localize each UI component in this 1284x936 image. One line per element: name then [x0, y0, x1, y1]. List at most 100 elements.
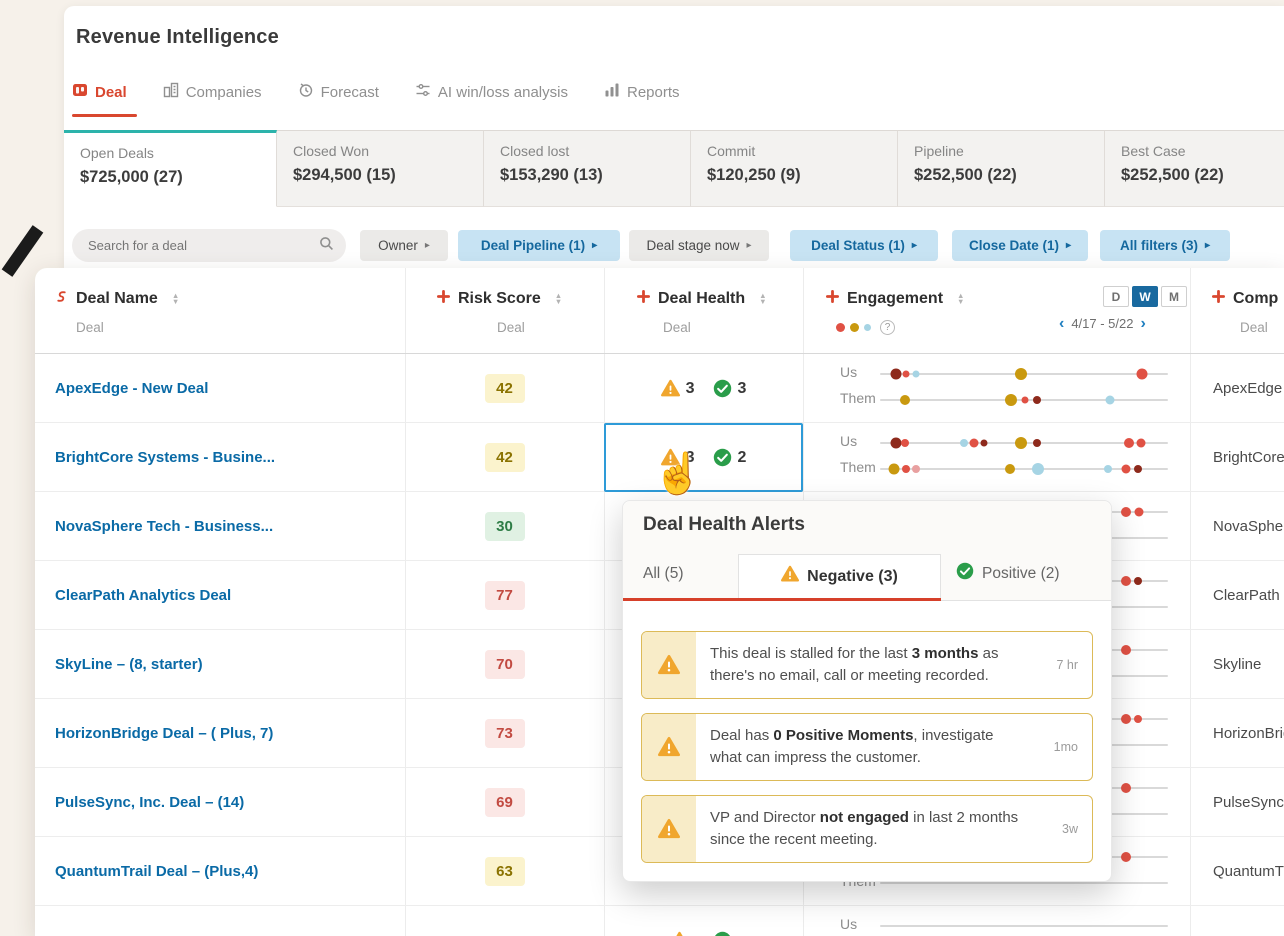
companies-icon [163, 82, 179, 102]
chevron-right-icon: ▸ [424, 240, 430, 251]
card-label: Closed Won [293, 143, 370, 159]
filter-all-filters[interactable]: All filters (3) ▸ [1100, 230, 1230, 261]
warning-icon [642, 796, 696, 862]
card-commit[interactable]: Commit $120,250 (9) [691, 130, 898, 207]
filter-bar: Owner ▸ Deal Pipeline (1) ▸ Deal stage now… [64, 207, 1284, 268]
alert-time: 7 hr [1056, 658, 1078, 672]
engagement-dot [888, 463, 900, 475]
ai-winloss-icon [415, 82, 431, 102]
risk-score-badge: 63 [484, 857, 525, 886]
alert-text: This deal is stalled for the last 3 mont… [710, 645, 999, 684]
card-value: $120,250 (9) [707, 166, 801, 184]
filter-label: Deal stage now [646, 238, 740, 253]
engagement-dot [1021, 396, 1029, 404]
deal-name-link[interactable]: BrightCore Systems - Busine... [55, 423, 395, 492]
card-closed-lost[interactable]: Closed lost $153,290 (13) [484, 130, 691, 207]
column-title[interactable]: Deal Health [658, 290, 745, 308]
engagement-dot [902, 370, 910, 378]
filter-deal-pipeline[interactable]: Deal Pipeline (1) ▸ [458, 230, 620, 261]
filter-deal-stage[interactable]: Deal stage now ▸ [629, 230, 769, 261]
risk-score-cell: 42 [405, 354, 604, 423]
card-open-deals[interactable]: Open Deals $725,000 (27) [64, 130, 277, 207]
tab-deal[interactable]: Deal [72, 82, 127, 102]
alerts-list: This deal is stalled for the last 3 mont… [623, 601, 1111, 881]
deal-name-link[interactable] [55, 906, 395, 936]
popup-tab-negative[interactable]: Negative (3) [738, 554, 941, 598]
alert-card[interactable]: VP and Director not engaged in last 2 mo… [641, 795, 1093, 863]
deal-health-cell[interactable]: 3 3 [604, 354, 803, 423]
company-cell: QuantumTrail [1213, 863, 1284, 880]
toggle-month-button[interactable]: M [1161, 286, 1187, 307]
column-title[interactable]: Risk Score [458, 290, 541, 308]
filter-deal-status[interactable]: Deal Status (1) ▸ [790, 230, 938, 261]
check-icon [956, 562, 974, 585]
chevron-right-icon: ▸ [1204, 240, 1211, 251]
popup-tabs: All (5) Negative (3) Positive (2) [623, 549, 1111, 601]
sort-icon[interactable]: ▲ ▼ [555, 292, 562, 306]
column-title[interactable]: Comp [1233, 290, 1278, 308]
engagement-dot [1015, 368, 1028, 380]
search-input[interactable] [88, 238, 319, 253]
engagement-dot [1121, 714, 1132, 724]
main-nav: Deal Companies Forecast AI win/loss anal… [72, 82, 680, 102]
company-cell: HorizonBridge [1213, 725, 1284, 742]
date-range-label: 4/17 - 5/22 [1071, 316, 1134, 331]
engagement-dot [1133, 577, 1142, 585]
deal-name-link[interactable]: ClearPath Analytics Deal [55, 561, 395, 630]
tab-ai-winloss[interactable]: AI win/loss analysis [415, 82, 568, 102]
engagement-timeline [880, 882, 1168, 884]
check-icon [713, 379, 732, 398]
engagement-cell[interactable]: Us Them [803, 354, 1190, 423]
column-title[interactable]: Engagement [847, 290, 943, 308]
engagement-timeline [880, 925, 1168, 927]
deal-search[interactable] [72, 229, 346, 262]
engagement-dot [1105, 395, 1115, 405]
alert-card[interactable]: This deal is stalled for the last 3 mont… [641, 631, 1093, 699]
risk-score-badge: 30 [484, 512, 525, 541]
help-icon[interactable]: ? [880, 320, 895, 335]
deal-health-cell[interactable]: 3 2 [604, 423, 803, 492]
tab-reports[interactable]: Reports [604, 82, 680, 102]
risk-score-badge: 73 [484, 719, 525, 748]
deal-name-link[interactable]: ApexEdge - New Deal [55, 354, 395, 423]
popup-tab-label: Positive (2) [982, 564, 1060, 582]
deal-name-link[interactable]: SkyLine – (8, starter) [55, 630, 395, 699]
company-cell [1190, 906, 1284, 936]
engagement-cell[interactable]: Us Them [803, 906, 1190, 936]
card-best-case[interactable]: Best Case $252,500 (22) [1105, 130, 1284, 207]
card-pipeline[interactable]: Pipeline $252,500 (22) [898, 130, 1105, 207]
filter-owner[interactable]: Owner ▸ [360, 230, 448, 261]
card-closed-won[interactable]: Closed Won $294,500 (15) [277, 130, 484, 207]
warning-icon [642, 632, 696, 698]
period-toggle: D W M [1103, 286, 1187, 307]
deal-health-cell[interactable] [604, 906, 803, 936]
toggle-week-button[interactable]: W [1132, 286, 1158, 307]
popup-tab-positive[interactable]: Positive (2) [956, 549, 1060, 598]
deal-name-link[interactable]: QuantumTrail Deal – (Plus,4) [55, 837, 395, 906]
deal-name-link[interactable]: HorizonBridge Deal – ( Plus, 7) [55, 699, 395, 768]
next-range-icon[interactable]: › [1140, 315, 1145, 331]
column-subtitle: Deal [1240, 320, 1268, 335]
engagement-cell[interactable]: Us Them [803, 423, 1190, 492]
table-row: ApexEdge - New Deal 42 3 3 Us Them ApexE… [35, 354, 1284, 423]
column-title[interactable]: Deal Name [76, 290, 158, 308]
tab-forecast[interactable]: Forecast [298, 82, 379, 102]
risk-score-cell [405, 906, 604, 936]
deal-name-link[interactable]: PulseSync, Inc. Deal – (14) [55, 768, 395, 837]
deal-name-link[interactable]: NovaSphere Tech - Business... [55, 492, 395, 561]
popup-title: Deal Health Alerts [643, 514, 805, 535]
engagement-dot [1136, 368, 1148, 380]
filter-close-date[interactable]: Close Date (1) ▸ [952, 230, 1088, 261]
sort-icon[interactable]: ▲ ▼ [172, 292, 179, 306]
alert-text: Deal has 0 Positive Moments, investigate… [710, 727, 994, 766]
toggle-day-button[interactable]: D [1103, 286, 1129, 307]
prev-range-icon[interactable]: ‹ [1059, 315, 1064, 331]
alert-card[interactable]: Deal has 0 Positive Moments, investigate… [641, 713, 1093, 781]
engagement-dot [1121, 783, 1132, 793]
sort-icon[interactable]: ▲ ▼ [957, 292, 964, 306]
tab-companies[interactable]: Companies [163, 82, 262, 102]
sort-icon[interactable]: ▲ ▼ [759, 292, 766, 306]
card-value: $294,500 (15) [293, 166, 396, 184]
popup-tab-all[interactable]: All (5) [643, 549, 683, 598]
engagement-dot [1121, 576, 1132, 586]
